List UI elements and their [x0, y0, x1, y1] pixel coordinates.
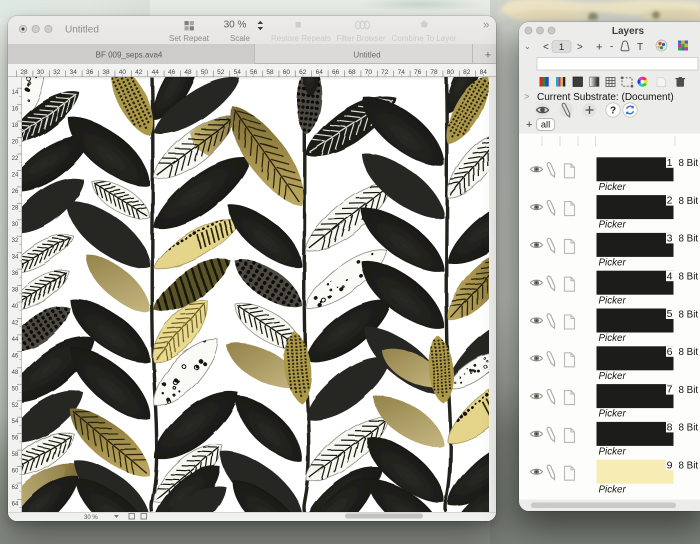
svg-text:44: 44 — [12, 337, 19, 343]
svg-text:8: 8 — [667, 422, 673, 434]
svg-text:42: 42 — [12, 321, 19, 327]
svg-text:Picker: Picker — [599, 258, 627, 269]
svg-text:2: 2 — [667, 195, 673, 207]
svg-text:?: ? — [610, 106, 616, 117]
svg-text:26: 26 — [12, 189, 19, 195]
svg-text:8 Bit: 8 Bit — [679, 423, 699, 434]
svg-text:Restore Repeats: Restore Repeats — [271, 34, 331, 43]
svg-text:Combine To Layer: Combine To Layer — [392, 34, 457, 43]
svg-text:T: T — [637, 42, 643, 53]
svg-text:62: 62 — [12, 485, 19, 491]
svg-text:8 Bit: 8 Bit — [679, 272, 699, 283]
svg-text:Picker: Picker — [599, 220, 627, 231]
svg-text:60: 60 — [12, 469, 19, 475]
svg-text:-: - — [610, 42, 613, 53]
svg-text:16: 16 — [12, 107, 19, 113]
svg-text:24: 24 — [12, 172, 19, 178]
svg-text:30 %: 30 % — [84, 515, 98, 521]
svg-text:Picker: Picker — [599, 447, 627, 458]
svg-text:1: 1 — [667, 157, 673, 169]
svg-text:4: 4 — [667, 270, 673, 282]
svg-text:30: 30 — [12, 222, 19, 228]
svg-text:Untitled: Untitled — [353, 51, 380, 60]
svg-text:18: 18 — [12, 123, 19, 129]
svg-text:⌄: ⌄ — [524, 42, 531, 51]
svg-text:64: 64 — [12, 501, 19, 507]
svg-text:Layers: Layers — [612, 26, 645, 37]
svg-text:56: 56 — [12, 436, 19, 442]
svg-text:38: 38 — [12, 288, 19, 294]
svg-text:>: > — [524, 92, 529, 102]
svg-text:22: 22 — [12, 156, 19, 162]
svg-text:Picker: Picker — [599, 333, 627, 344]
svg-text:28: 28 — [12, 205, 19, 211]
svg-text:8 Bit: 8 Bit — [679, 461, 699, 472]
svg-text:8 Bit: 8 Bit — [679, 309, 699, 320]
svg-text:+: + — [526, 119, 532, 131]
svg-text:9: 9 — [667, 459, 673, 471]
svg-text:Picker: Picker — [599, 409, 627, 420]
svg-text:Picker: Picker — [599, 371, 627, 382]
svg-text:Picker: Picker — [599, 295, 627, 306]
svg-text:48: 48 — [12, 370, 19, 376]
svg-text:50: 50 — [12, 386, 19, 392]
svg-text:3: 3 — [667, 233, 673, 245]
svg-text:Picker: Picker — [599, 182, 627, 193]
svg-text:34: 34 — [12, 255, 19, 261]
svg-text:»: » — [483, 20, 489, 32]
svg-text:<: < — [543, 42, 549, 53]
svg-text:1: 1 — [559, 42, 564, 53]
svg-text:52: 52 — [12, 403, 19, 409]
svg-text:20: 20 — [12, 140, 19, 146]
svg-text:46: 46 — [12, 353, 19, 359]
svg-text:8 Bit: 8 Bit — [679, 347, 699, 358]
svg-text:36: 36 — [12, 271, 19, 277]
svg-text:Untitled: Untitled — [65, 25, 99, 36]
svg-text:8 Bit: 8 Bit — [679, 385, 699, 396]
svg-text:+: + — [596, 42, 602, 54]
svg-text:32: 32 — [12, 238, 19, 244]
svg-text:8 Bit: 8 Bit — [679, 158, 699, 169]
svg-text:8 Bit: 8 Bit — [679, 196, 699, 207]
svg-text:30 %: 30 % — [224, 20, 247, 31]
svg-text:Filter Browser: Filter Browser — [336, 34, 386, 43]
svg-text:+: + — [485, 50, 491, 62]
svg-text:Picker: Picker — [599, 484, 627, 495]
svg-text:all: all — [541, 120, 550, 130]
svg-text:Scale: Scale — [230, 34, 251, 43]
svg-text:14: 14 — [12, 90, 19, 96]
svg-text:58: 58 — [12, 452, 19, 458]
svg-text:6: 6 — [667, 346, 673, 358]
svg-text:BF 009_seps.ava4: BF 009_seps.ava4 — [96, 51, 163, 60]
svg-text:40: 40 — [12, 304, 19, 310]
svg-text:>: > — [577, 42, 583, 53]
svg-text:7: 7 — [667, 384, 673, 396]
svg-text:Set Repeat: Set Repeat — [169, 34, 210, 43]
svg-text:Current Substrate: (Document): Current Substrate: (Document) — [537, 92, 674, 103]
svg-text:5: 5 — [667, 308, 673, 320]
svg-text:8 Bit: 8 Bit — [679, 234, 699, 245]
svg-text:54: 54 — [12, 419, 19, 425]
